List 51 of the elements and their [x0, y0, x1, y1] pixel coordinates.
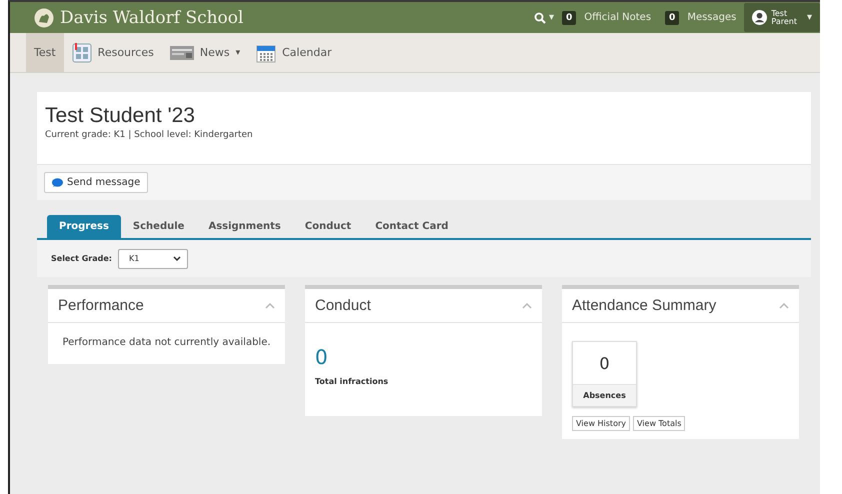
panel-title: Conduct — [315, 297, 371, 314]
chevron-icon — [172, 256, 181, 261]
tab[interactable]: Assignments — [196, 215, 293, 238]
stat-value: 0 — [315, 345, 329, 369]
notes-count: 0 — [562, 10, 576, 24]
logo-icon — [34, 8, 54, 28]
board-icon — [72, 42, 92, 62]
tile-caption: Absences — [573, 384, 636, 406]
avatar-icon — [752, 10, 768, 25]
view-button[interactable]: View History — [572, 416, 630, 431]
collapse-icon[interactable] — [522, 302, 532, 308]
tab[interactable]: Progress — [47, 215, 121, 238]
caret-icon: ▾ — [548, 12, 554, 23]
user-menu[interactable]: Test Parent ▾ — [744, 3, 820, 32]
nav-label: Calendar — [282, 46, 332, 59]
nav-item[interactable]: Test — [26, 33, 64, 72]
panel-title: Attendance Summary — [572, 297, 716, 314]
student-name: Test Student '23 — [45, 104, 196, 128]
user-last-name: Parent — [771, 18, 797, 26]
school-name: Davis Waldorf School — [60, 8, 244, 28]
nav-label: News — [200, 46, 230, 59]
view-button[interactable]: View Totals — [633, 416, 686, 431]
student-details: Current grade: K1 | School level: Kindergarten — [45, 130, 254, 140]
messages-link[interactable]: Messages — [687, 12, 736, 23]
panel-title: Performance — [58, 297, 144, 314]
caret-icon: ▾ — [236, 48, 240, 58]
select-grade-label: Select Grade: — [51, 254, 112, 263]
nav-item[interactable]: Resources — [64, 33, 162, 72]
calendar-icon — [256, 42, 276, 62]
grade-select[interactable]: K1 — [118, 248, 188, 268]
search-icon — [534, 12, 546, 24]
nav-item[interactable]: Calendar — [248, 33, 340, 72]
nav-label: Resources — [98, 46, 154, 59]
newspaper-icon — [170, 44, 194, 60]
user-first-name: Test — [771, 10, 788, 18]
nav-label: Test — [34, 46, 56, 59]
collapse-icon[interactable] — [779, 302, 789, 308]
panel-message: Performance data not currently available. — [61, 337, 272, 348]
messages-count: 0 — [665, 10, 680, 24]
tab[interactable]: Contact Card — [363, 215, 460, 238]
search-menu[interactable]: ▾ — [534, 12, 554, 24]
tile-value: 0 — [598, 352, 611, 374]
caret-icon: ▾ — [806, 12, 812, 23]
stat-caption: Total infractions — [315, 377, 390, 386]
official-notes-link[interactable]: Official Notes — [584, 12, 652, 23]
speech-bubble-icon — [52, 178, 63, 188]
tab[interactable]: Schedule — [120, 215, 196, 238]
tab[interactable]: Conduct — [292, 215, 364, 238]
send-message-button[interactable]: Send message — [44, 172, 148, 193]
collapse-icon[interactable] — [265, 302, 275, 308]
nav-item[interactable]: News ▾ — [162, 33, 248, 72]
